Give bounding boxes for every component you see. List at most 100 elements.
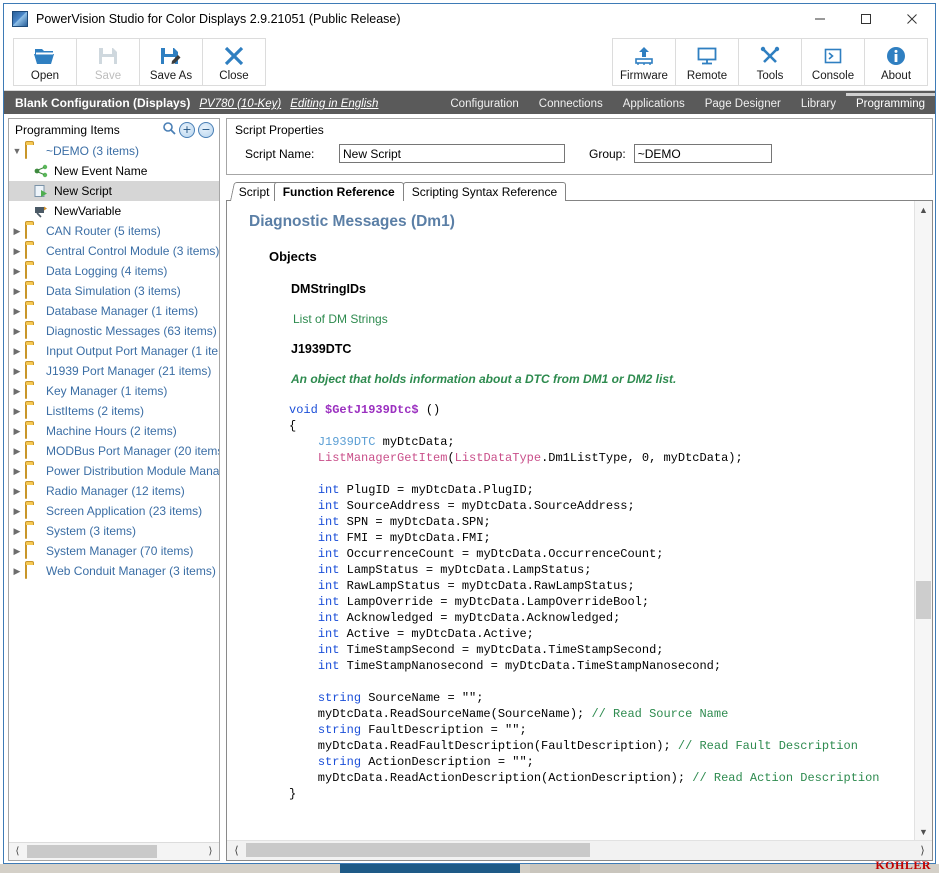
chevron-right-icon[interactable]: ▶ [9, 306, 25, 317]
close-button[interactable]: Close [202, 38, 266, 86]
editing-language-link[interactable]: Editing in English [290, 98, 378, 114]
save-as-button[interactable]: Save As [139, 38, 203, 86]
taskbar-active-item[interactable] [340, 864, 520, 873]
toolbar-tools-group: Firmware Remote Tools Console About [612, 38, 928, 86]
group-label: Group: [589, 146, 626, 161]
chevron-right-icon[interactable]: ▶ [9, 566, 25, 577]
tree-item-machine-hours[interactable]: ▶ Machine Hours (2 items) [9, 421, 219, 441]
console-button[interactable]: Console [801, 38, 865, 86]
chevron-right-icon[interactable]: ▶ [9, 546, 25, 557]
minimize-icon[interactable] [797, 4, 843, 34]
chevron-right-icon[interactable]: ▶ [9, 426, 25, 437]
tree-hscroll-thumb[interactable] [27, 845, 157, 858]
function-reference-viewer: Diagnostic Messages (Dm1) Objects DMStri… [226, 201, 933, 861]
scroll-left-arrow[interactable]: ⟨ [227, 842, 246, 859]
chevron-down-icon[interactable]: ▼ [9, 146, 25, 156]
tree-item-can-router[interactable]: ▶ CAN Router (5 items) [9, 221, 219, 241]
tree-item-screen-application[interactable]: ▶ Screen Application (23 items) [9, 501, 219, 521]
console-button-label: Console [811, 70, 855, 82]
search-icon[interactable] [162, 121, 176, 138]
chevron-right-icon[interactable]: ▶ [9, 486, 25, 497]
about-button[interactable]: About [864, 38, 928, 86]
tree-item-label: J1939 Port Manager (21 items) [46, 364, 212, 378]
document-vertical-scrollbar[interactable]: ▲ ▼ [914, 201, 932, 840]
tree-item-central-control-module[interactable]: ▶ Central Control Module (3 items) [9, 241, 219, 261]
tree-item-demo[interactable]: ▼ ~DEMO (3 items) [9, 141, 219, 161]
tree-item-listitems[interactable]: ▶ ListItems (2 items) [9, 401, 219, 421]
tab-function-reference[interactable]: Function Reference [273, 182, 404, 201]
tree-item-key-manager[interactable]: ▶ Key Manager (1 items) [9, 381, 219, 401]
folder-icon [25, 262, 42, 279]
programming-items-tree[interactable]: ▼ ~DEMO (3 items) New Event Name New Scr… [9, 141, 219, 842]
chevron-right-icon[interactable]: ▶ [9, 406, 25, 417]
collapse-all-icon[interactable]: − [198, 121, 214, 138]
nav-item-page-designer[interactable]: Page Designer [695, 98, 791, 114]
tree-item-label: Data Simulation (3 items) [46, 284, 181, 298]
nav-item-library[interactable]: Library [791, 98, 846, 114]
tree-item-power-distribution-module-manager[interactable]: ▶ Power Distribution Module Manag [9, 461, 219, 481]
expand-all-icon[interactable]: + [179, 121, 195, 138]
chevron-right-icon[interactable]: ▶ [9, 526, 25, 537]
chevron-right-icon[interactable]: ▶ [9, 226, 25, 237]
tree-item-data-logging[interactable]: ▶ Data Logging (4 items) [9, 261, 219, 281]
maximize-icon[interactable] [843, 4, 889, 34]
scroll-up-arrow[interactable]: ▲ [915, 201, 932, 218]
taskbar-item[interactable] [530, 864, 640, 873]
open-button[interactable]: Open [13, 38, 77, 86]
tree-item-system[interactable]: ▶ System (3 items) [9, 521, 219, 541]
chevron-right-icon[interactable]: ▶ [9, 466, 25, 477]
tree-item-database-manager[interactable]: ▶ Database Manager (1 items) [9, 301, 219, 321]
folder-icon [25, 422, 42, 439]
chevron-right-icon[interactable]: ▶ [9, 286, 25, 297]
tab-scripting-syntax-reference[interactable]: Scripting Syntax Reference [402, 182, 567, 201]
chevron-right-icon[interactable]: ▶ [9, 446, 25, 457]
toolbar-file-group: Open Save Save As Close [13, 38, 266, 86]
document-horizontal-scrollbar[interactable]: ⟨ ⟩ [227, 840, 932, 860]
folder-icon [25, 362, 42, 379]
group-input[interactable] [633, 144, 772, 163]
scroll-left-arrow[interactable]: ⟨ [9, 844, 26, 859]
tree-item-new-event-name[interactable]: New Event Name [9, 161, 219, 181]
desktop-taskbar [0, 864, 939, 873]
scroll-right-arrow[interactable]: ⟩ [202, 844, 219, 859]
tree-item-label: New Script [54, 184, 113, 198]
tree-item-data-simulation[interactable]: ▶ Data Simulation (3 items) [9, 281, 219, 301]
chevron-right-icon[interactable]: ▶ [9, 346, 25, 357]
firmware-button[interactable]: Firmware [612, 38, 676, 86]
document-hscroll-thumb[interactable] [246, 843, 590, 857]
tree-item-diagnostic-messages[interactable]: ▶ Diagnostic Messages (63 items) [9, 321, 219, 341]
tree-item-newvariable[interactable]: NewVariable [9, 201, 219, 221]
nav-item-configuration[interactable]: Configuration [440, 98, 528, 114]
tree-item-label: CAN Router (5 items) [46, 224, 161, 238]
device-model-link[interactable]: PV780 (10-Key) [199, 98, 281, 114]
tools-button[interactable]: Tools [738, 38, 802, 86]
chevron-right-icon[interactable]: ▶ [9, 326, 25, 337]
scroll-down-arrow[interactable]: ▼ [915, 823, 932, 840]
tree-item-modbus-port-manager[interactable]: ▶ MODBus Port Manager (20 items) [9, 441, 219, 461]
script-name-input[interactable] [339, 144, 565, 163]
tree-item-system-manager[interactable]: ▶ System Manager (70 items) [9, 541, 219, 561]
folder-icon [25, 462, 42, 479]
nav-item-applications[interactable]: Applications [613, 98, 695, 114]
tree-item-j1939-port-manager[interactable]: ▶ J1939 Port Manager (21 items) [9, 361, 219, 381]
chevron-right-icon[interactable]: ▶ [9, 266, 25, 277]
chevron-right-icon[interactable]: ▶ [9, 246, 25, 257]
kohler-watermark: KOHLER [875, 858, 931, 872]
remote-button[interactable]: Remote [675, 38, 739, 86]
tree-item-radio-manager[interactable]: ▶ Radio Manager (12 items) [9, 481, 219, 501]
tree-item-new-script[interactable]: New Script [9, 181, 219, 201]
scroll-right-arrow[interactable]: ⟩ [913, 842, 932, 859]
save-button[interactable]: Save [76, 38, 140, 86]
code-sample: void $GetJ1939Dtc$ () { J1939DTC myDtcDa… [289, 403, 880, 801]
chevron-right-icon[interactable]: ▶ [9, 506, 25, 517]
nav-item-connections[interactable]: Connections [529, 98, 613, 114]
document-vscroll-thumb[interactable] [916, 581, 931, 619]
tree-item-web-conduit-manager[interactable]: ▶ Web Conduit Manager (3 items) [9, 561, 219, 581]
event-node-icon [33, 164, 50, 179]
chevron-right-icon[interactable]: ▶ [9, 366, 25, 377]
close-icon[interactable] [889, 4, 935, 34]
nav-item-programming[interactable]: Programming [845, 93, 935, 114]
tree-item-input-output-port-manager[interactable]: ▶ Input Output Port Manager (1 item [9, 341, 219, 361]
chevron-right-icon[interactable]: ▶ [9, 386, 25, 397]
tree-horizontal-scrollbar[interactable]: ⟨ ⟩ [9, 842, 219, 860]
